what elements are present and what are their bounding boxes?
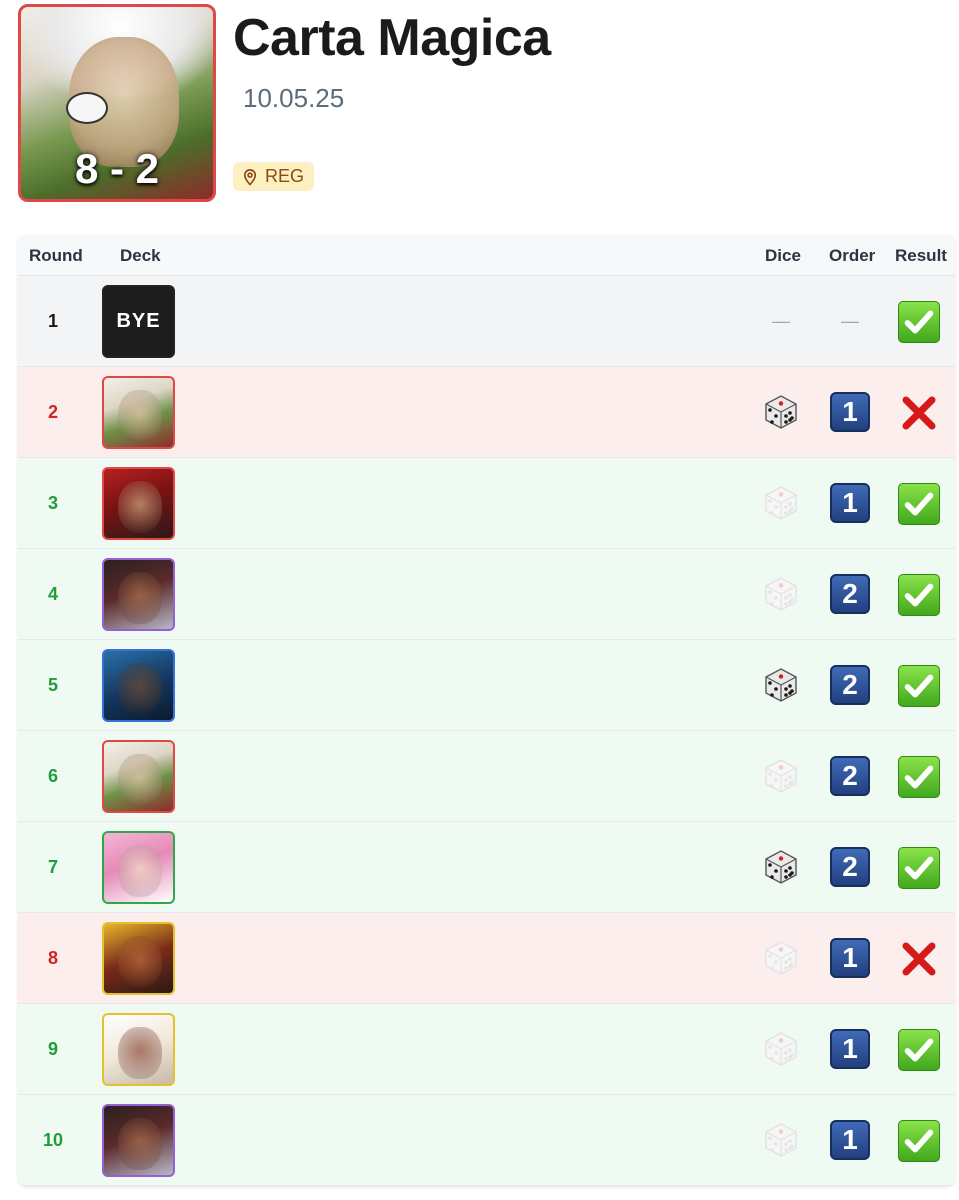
dice-empty: —	[772, 311, 790, 331]
dice-lost-icon	[761, 756, 801, 796]
col-result: Result	[895, 246, 947, 265]
round-number: 9	[47, 1039, 58, 1059]
col-deck: Deck	[120, 246, 161, 265]
table-header: Round Deck Dice Order Result	[18, 235, 955, 276]
check-icon	[898, 756, 940, 798]
map-pin-icon	[243, 168, 257, 186]
deck-leader-image[interactable]	[102, 740, 175, 813]
col-round: Round	[29, 246, 83, 265]
table-row[interactable]: 4 2	[18, 549, 955, 640]
round-number: 4	[47, 584, 58, 604]
turn-order-badge: 1	[830, 1120, 870, 1160]
deck-leader-image[interactable]	[102, 1104, 175, 1177]
deck-leader-image[interactable]	[102, 649, 175, 722]
check-icon	[898, 847, 940, 889]
tournament-header: 8 - 2 Carta Magica 10.05.25 REG	[0, 0, 959, 220]
turn-order-badge: 1	[830, 483, 870, 523]
round-number: 8	[47, 948, 58, 968]
rounds-table: Round Deck Dice Order Result 1 BYE — —2 13 …	[18, 235, 955, 1186]
turn-order-badge: 2	[830, 847, 870, 887]
table-row[interactable]: 3 1	[18, 458, 955, 549]
table-row[interactable]: 1 BYE — —	[18, 276, 955, 367]
check-icon	[898, 301, 940, 343]
cross-icon	[898, 392, 940, 434]
round-number: 10	[42, 1130, 64, 1150]
table-row[interactable]: 8 1	[18, 913, 955, 1004]
round-number: 7	[47, 857, 58, 877]
dice-lost-icon	[761, 1120, 801, 1160]
dice-lost-icon	[761, 574, 801, 614]
turn-order-badge: 1	[830, 938, 870, 978]
record-score: 8 - 2	[74, 145, 160, 192]
col-dice: Dice	[765, 246, 801, 265]
event-date: 10.05.25	[243, 83, 345, 113]
format-badge: REG	[233, 162, 315, 191]
check-icon	[898, 665, 940, 707]
deck-leader-image[interactable]	[102, 922, 175, 995]
order-empty: —	[841, 311, 859, 331]
page-title: Carta Magica	[233, 9, 551, 67]
round-number: 6	[47, 766, 58, 786]
deck-leader-image[interactable]	[102, 558, 175, 631]
check-icon	[898, 483, 940, 525]
turn-order-badge: 2	[830, 756, 870, 796]
deck-leader-image[interactable]	[102, 831, 175, 904]
bye-card[interactable]: BYE	[102, 285, 175, 358]
turn-order-badge: 2	[830, 574, 870, 614]
round-number: 3	[47, 493, 58, 513]
deck-leader-image[interactable]	[102, 1013, 175, 1086]
turn-order-badge: 2	[830, 665, 870, 705]
leader-avatar: 8 - 2	[18, 4, 216, 202]
dice-won-icon	[761, 392, 801, 432]
check-icon	[898, 1029, 940, 1071]
col-order: Order	[829, 246, 876, 265]
check-icon	[898, 1120, 940, 1162]
dice-lost-icon	[761, 483, 801, 523]
dice-lost-icon	[761, 938, 801, 978]
table-row[interactable]: 6 2	[18, 731, 955, 822]
deck-leader-image[interactable]	[102, 376, 175, 449]
table-row[interactable]: 10 1	[18, 1095, 955, 1186]
deck-leader-image[interactable]	[102, 467, 175, 540]
cross-icon	[898, 938, 940, 980]
table-row[interactable]: 7 2	[18, 822, 955, 913]
dice-won-icon	[761, 665, 801, 705]
round-number: 1	[47, 311, 58, 331]
check-icon	[898, 574, 940, 616]
dice-lost-icon	[761, 1029, 801, 1069]
table-row[interactable]: 9 1	[18, 1004, 955, 1095]
table-row[interactable]: 2 1	[18, 367, 955, 458]
turn-order-badge: 1	[830, 392, 870, 432]
dice-won-icon	[761, 847, 801, 887]
round-number: 2	[47, 402, 58, 422]
format-badge-label: REG	[265, 166, 305, 186]
round-number: 5	[47, 675, 58, 695]
turn-order-badge: 1	[830, 1029, 870, 1069]
table-body: 1 BYE — —2 13 14 25 26 27 2 8 1 9 1 10 1	[18, 276, 955, 1186]
table-row[interactable]: 5 2	[18, 640, 955, 731]
